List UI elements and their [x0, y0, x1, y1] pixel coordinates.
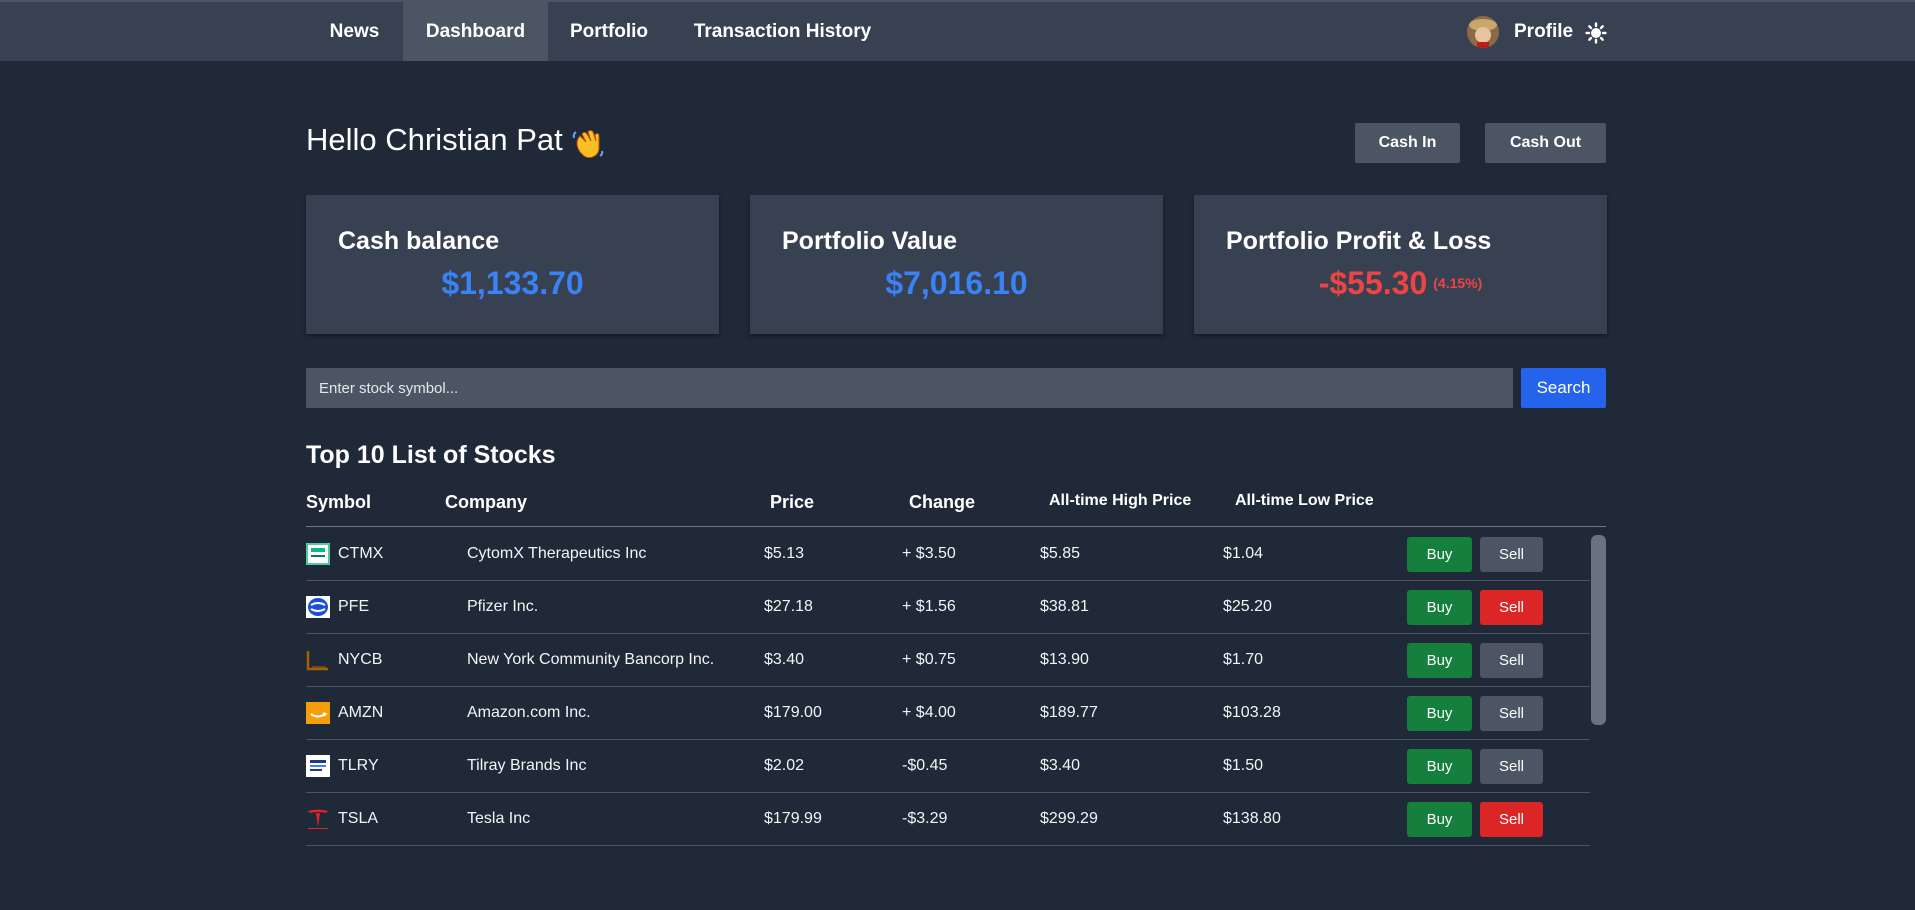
- profile-link[interactable]: Profile: [1514, 2, 1573, 61]
- stock-symbol: TLRY: [338, 757, 379, 774]
- cash-out-button[interactable]: Cash Out: [1485, 123, 1606, 163]
- greeting: Hello Christian Pat: [306, 122, 563, 157]
- stock-high: $3.40: [1040, 757, 1081, 774]
- stock-low: $1.04: [1223, 545, 1264, 562]
- navbar: News Dashboard Portfolio Transaction His…: [0, 0, 1915, 61]
- stock-high: $5.85: [1040, 545, 1081, 562]
- stock-price: $179.00: [764, 704, 822, 721]
- stock-symbol: CTMX: [338, 545, 384, 562]
- tsla-logo-icon: [306, 808, 330, 830]
- buy-button[interactable]: Buy: [1407, 749, 1472, 784]
- column-header-symbol: Symbol: [306, 492, 372, 512]
- stock-company: Tesla Inc: [467, 810, 531, 827]
- table-row: CTMX CytomX Therapeutics Inc $5.13 + $3.…: [306, 527, 1590, 581]
- column-header-change: Change: [909, 492, 976, 512]
- sell-button[interactable]: Sell: [1480, 749, 1543, 784]
- buy-button[interactable]: Buy: [1407, 696, 1472, 731]
- stock-change: -$0.45: [902, 757, 948, 774]
- column-header-price: Price: [770, 492, 815, 512]
- cash-balance-value: $1,133.70: [441, 265, 584, 301]
- stock-search-input[interactable]: [306, 368, 1513, 408]
- stock-price: $5.13: [764, 545, 805, 562]
- stock-company: Tilray Brands Inc: [467, 757, 587, 774]
- avatar[interactable]: [1467, 16, 1499, 48]
- profit-loss-title: Portfolio Profit & Loss: [1226, 227, 1492, 255]
- stock-high: $13.90: [1040, 651, 1089, 668]
- stock-symbol: AMZN: [338, 704, 384, 721]
- stock-change: -$3.29: [902, 810, 948, 827]
- stock-company: Pfizer Inc.: [467, 598, 539, 615]
- table-scrollbar-thumb[interactable]: [1591, 535, 1606, 725]
- waving-hand-icon: [570, 126, 606, 162]
- tlry-logo-icon: [306, 755, 330, 777]
- nycb-logo-icon: [306, 649, 330, 671]
- profit-loss-percent: (4.15%): [1433, 275, 1483, 291]
- stock-change: + $3.50: [902, 545, 956, 562]
- stock-company: Amazon.com Inc.: [467, 704, 591, 721]
- stock-price: $27.18: [764, 598, 813, 615]
- stock-low: $1.50: [1223, 757, 1264, 774]
- profit-loss-card: Portfolio Profit & Loss -$55.30 (4.15%): [1194, 195, 1607, 334]
- stock-company: New York Community Bancorp Inc.: [467, 651, 715, 668]
- amzn-logo-icon: [306, 702, 330, 724]
- stock-high: $38.81: [1040, 598, 1089, 615]
- buy-button[interactable]: Buy: [1407, 537, 1472, 572]
- nav-dashboard[interactable]: Dashboard: [403, 2, 548, 61]
- profit-loss-amount: -$55.30: [1318, 265, 1428, 301]
- sell-button[interactable]: Sell: [1480, 590, 1543, 625]
- cash-balance-card: Cash balance $1,133.70: [306, 195, 719, 334]
- buy-button[interactable]: Buy: [1407, 643, 1472, 678]
- buy-button[interactable]: Buy: [1407, 802, 1472, 837]
- stock-change: + $4.00: [902, 704, 956, 721]
- buy-button[interactable]: Buy: [1407, 590, 1472, 625]
- stock-high: $189.77: [1040, 704, 1098, 721]
- stock-high: $299.29: [1040, 810, 1098, 827]
- stock-low: $25.20: [1223, 598, 1272, 615]
- ctmx-logo-icon: [306, 543, 330, 565]
- stock-price: $3.40: [764, 651, 805, 668]
- stock-symbol: PFE: [338, 598, 370, 615]
- profit-loss-value-wrap: -$55.30 (4.15%): [1194, 265, 1607, 302]
- column-header-company: Company: [445, 492, 528, 512]
- stock-price: $2.02: [764, 757, 805, 774]
- table-row: TLRY Tilray Brands Inc $2.02 -$0.45 $3.4…: [306, 739, 1590, 793]
- table-row: TSLA Tesla Inc $179.99 -$3.29 $299.29 $1…: [306, 792, 1590, 846]
- pfe-logo-icon: [306, 596, 330, 618]
- table-row: PFE Pfizer Inc. $27.18 + $1.56 $38.81 $2…: [306, 580, 1590, 634]
- column-header-high: All-time High Price: [1049, 492, 1192, 509]
- table-row: NYCB New York Community Bancorp Inc. $3.…: [306, 633, 1590, 687]
- sun-icon[interactable]: [1585, 22, 1607, 44]
- nav-transaction-history[interactable]: Transaction History: [670, 2, 895, 61]
- stock-symbol: TSLA: [338, 810, 379, 827]
- sell-button[interactable]: Sell: [1480, 537, 1543, 572]
- stock-change: + $0.75: [902, 651, 956, 668]
- stocks-section-title: Top 10 List of Stocks: [306, 441, 556, 469]
- search-button[interactable]: Search: [1521, 368, 1606, 408]
- cash-in-button[interactable]: Cash In: [1355, 123, 1460, 163]
- table-row: AMZN Amazon.com Inc. $179.00 + $4.00 $18…: [306, 686, 1590, 740]
- stock-symbol: NYCB: [338, 651, 383, 668]
- column-header-low: All-time Low Price: [1235, 492, 1374, 509]
- sell-button[interactable]: Sell: [1480, 802, 1543, 837]
- stock-company: CytomX Therapeutics Inc: [467, 545, 647, 562]
- stock-change: + $1.56: [902, 598, 956, 615]
- stock-low: $1.70: [1223, 651, 1264, 668]
- portfolio-value-card: Portfolio Value $7,016.10: [750, 195, 1163, 334]
- stock-low: $138.80: [1223, 810, 1281, 827]
- sell-button[interactable]: Sell: [1480, 643, 1543, 678]
- nav-portfolio[interactable]: Portfolio: [548, 2, 670, 61]
- sell-button[interactable]: Sell: [1480, 696, 1543, 731]
- portfolio-value-amount: $7,016.10: [885, 265, 1028, 301]
- portfolio-value-title: Portfolio Value: [782, 227, 958, 255]
- stock-low: $103.28: [1223, 704, 1281, 721]
- cash-balance-title: Cash balance: [338, 227, 500, 255]
- nav-news[interactable]: News: [306, 2, 403, 61]
- stock-price: $179.99: [764, 810, 822, 827]
